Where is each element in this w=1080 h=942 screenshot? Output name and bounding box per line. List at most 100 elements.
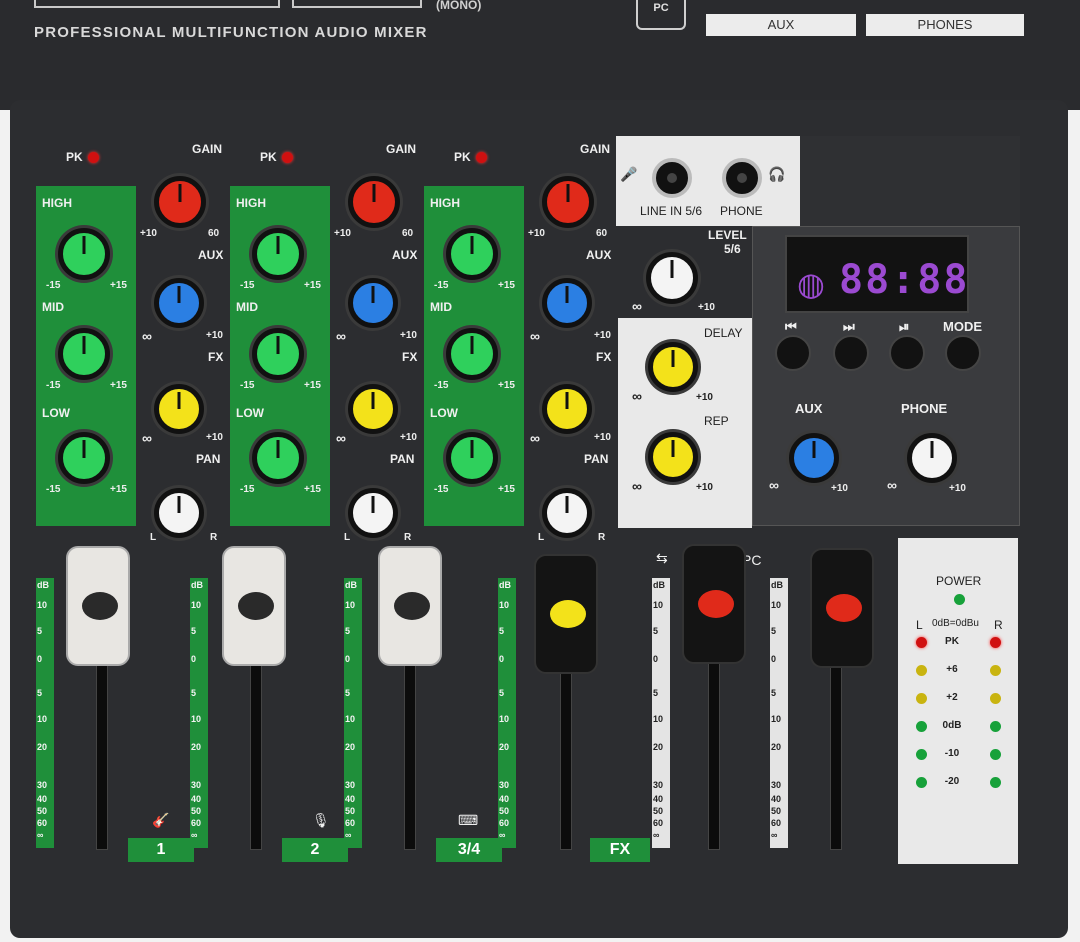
main-fader[interactable] (810, 548, 874, 668)
fx-fader[interactable] (534, 554, 598, 674)
repeat-knob[interactable] (648, 432, 698, 482)
meter-led-right (990, 721, 1001, 732)
player-aux-label: AUX (795, 401, 823, 416)
play-pause-label: ⏯ (899, 319, 910, 334)
fx-send-knob[interactable] (154, 384, 204, 434)
player-display: ◍ 88:88 (785, 235, 969, 313)
pan-knob[interactable] (348, 488, 398, 538)
send-min-tick: ∞ (632, 478, 642, 494)
high-eq-knob[interactable] (446, 228, 498, 280)
usb-pc-fader[interactable] (682, 544, 746, 664)
peak-led (476, 152, 487, 163)
mono-label: (MONO) (436, 0, 482, 12)
fx-send-knob[interactable] (542, 384, 592, 434)
meter-led-right (990, 665, 1001, 676)
phones-output-label: PHONES (866, 14, 1024, 36)
high-eq-knob[interactable] (58, 228, 110, 280)
fader-slot-2 (250, 660, 262, 850)
aux-send-knob[interactable] (154, 278, 204, 328)
meter-led-left (916, 721, 927, 732)
mic-icon: 🎤 (620, 166, 638, 182)
fader-slot-fx (560, 660, 572, 850)
line-in-jack[interactable] (652, 158, 692, 198)
low-eq-knob[interactable] (446, 432, 498, 484)
send-max-tick: +10 (949, 483, 966, 494)
aux-label: AUX (392, 248, 418, 262)
send-max-tick: +10 (696, 482, 713, 493)
gain-knob[interactable] (348, 176, 400, 228)
next-track-button[interactable] (833, 335, 869, 371)
master-aux-knob[interactable] (789, 433, 839, 483)
next-label: ⏭ (843, 319, 855, 334)
meter-led-left (916, 777, 927, 788)
phone-level-knob[interactable] (907, 433, 957, 483)
send-max-tick: +10 (206, 432, 223, 443)
meter-row-label: -10 (944, 748, 960, 759)
pk-label: PK (454, 150, 471, 164)
send-min-tick: ∞ (336, 328, 346, 344)
brand-title: PROFESSIONAL MULTIFUNCTION AUDIO MIXER (34, 24, 428, 41)
fader-scale-fx: dB 10 5 0 5 10 20 30 40 50 60 ∞ (498, 578, 516, 848)
gain-max-tick: 60 (208, 228, 220, 239)
fx-label: FX (208, 350, 224, 364)
fader-slot-1 (96, 660, 108, 850)
delay-knob[interactable] (648, 342, 698, 392)
gain-min-tick: +10 (140, 228, 157, 239)
eq-max-tick: +15 (498, 484, 515, 495)
eq-max-tick: +15 (304, 484, 321, 495)
gain-label: GAIN (386, 142, 416, 156)
level-5-6-knob[interactable] (646, 252, 698, 304)
meter-row-label: +2 (946, 692, 958, 703)
eq-min-tick: -15 (240, 484, 255, 495)
fader-slot-usb (708, 660, 720, 850)
fx-panel: DELAY ∞ +10 REP ∞ +10 (618, 318, 752, 528)
gain-knob[interactable] (154, 176, 206, 228)
prev-track-button[interactable] (775, 335, 811, 371)
channel-2-strip: PK GAIN HIGH -15 +15 MID -15 +15 LOW -15… (226, 140, 422, 543)
meter-row-minus10: -10 (898, 748, 1008, 762)
send-max-tick: +10 (594, 330, 611, 341)
phone-jack[interactable] (722, 158, 762, 198)
gain-min-tick: +10 (528, 228, 545, 239)
low-eq-knob[interactable] (252, 432, 304, 484)
level-meter-panel: POWER L 0dB=0dBu R PK +6 +2 0dB -10 -20 (898, 538, 1018, 864)
top-panel: (MONO) PROFESSIONAL MULTIFUNCTION AUDIO … (0, 0, 1080, 110)
channel-2-fader[interactable] (222, 546, 286, 666)
send-max-tick: +10 (696, 392, 713, 403)
peak-led (282, 152, 293, 163)
send-max-tick: +10 (594, 432, 611, 443)
fx-send-knob[interactable] (348, 384, 398, 434)
play-pause-button[interactable] (889, 335, 925, 371)
fader-grip (698, 590, 734, 618)
mid-eq-knob[interactable] (446, 328, 498, 380)
eq-max-tick: +15 (304, 380, 321, 391)
meter-row-label: -20 (944, 776, 960, 787)
audio-mixer: (MONO) PROFESSIONAL MULTIFUNCTION AUDIO … (0, 0, 1080, 942)
pan-knob[interactable] (542, 488, 592, 538)
gain-max-tick: 60 (402, 228, 414, 239)
low-eq-knob[interactable] (58, 432, 110, 484)
aux-send-knob[interactable] (348, 278, 398, 328)
gain-knob[interactable] (542, 176, 594, 228)
high-eq-knob[interactable] (252, 228, 304, 280)
mode-button[interactable] (945, 335, 981, 371)
pan-knob[interactable] (154, 488, 204, 538)
meter-led-right (990, 637, 1001, 648)
low-label: LOW (236, 406, 264, 420)
channel-3-4-fader[interactable] (378, 546, 442, 666)
mid-eq-knob[interactable] (58, 328, 110, 380)
channel-2-number: 2 (282, 838, 348, 862)
meter-led-left (916, 749, 927, 760)
eq-max-tick: +15 (110, 380, 127, 391)
mid-label: MID (42, 300, 64, 314)
channel-3-4-number: 3/4 (436, 838, 502, 862)
eq-min-tick: -15 (46, 484, 61, 495)
guitar-mic-icon: 🎸 (152, 812, 170, 828)
channel-3-4-strip: PK GAIN HIGH -15 +15 MID -15 +15 LOW -15… (420, 140, 616, 543)
pan-right-tick: R (404, 532, 412, 543)
mid-eq-knob[interactable] (252, 328, 304, 380)
channel-1-fader[interactable] (66, 546, 130, 666)
aux-send-knob[interactable] (542, 278, 592, 328)
disc-icon: ◍ (797, 266, 825, 302)
fader-grip (82, 592, 118, 620)
